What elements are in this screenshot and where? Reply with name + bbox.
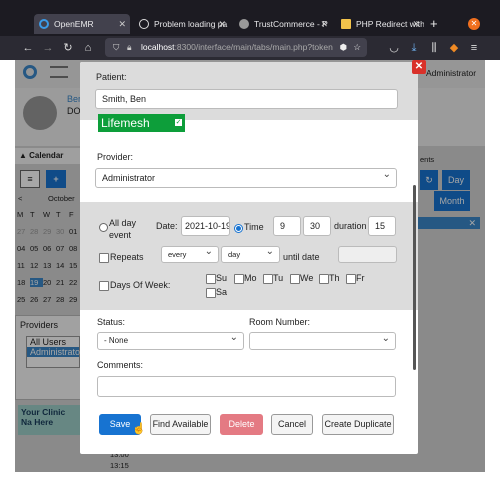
radio-dot: [236, 226, 241, 231]
bookmark-star-icon[interactable]: ☆: [353, 38, 361, 57]
trustcommerce-icon: [239, 19, 249, 29]
browser-tab-trustcommerce[interactable]: TrustCommerce - P ✕: [234, 14, 332, 34]
patient-field[interactable]: Smith, Ben: [95, 89, 398, 109]
openemr-icon: [39, 19, 49, 29]
all-day-radio[interactable]: [99, 223, 108, 232]
days-of-week-label: Days Of Week:: [110, 280, 171, 290]
close-window-icon[interactable]: ✕: [468, 18, 480, 30]
close-tab-icon[interactable]: ✕: [412, 14, 420, 34]
provider-label: Provider:: [97, 152, 134, 162]
pocket-icon[interactable]: ◡: [386, 36, 402, 60]
url-bar[interactable]: ⛉ 🔒︎ localhost:8300/interface/main/tabs/…: [105, 38, 367, 57]
info-icon: [139, 19, 149, 29]
day-label: We: [300, 273, 314, 283]
close-tab-icon[interactable]: ✕: [320, 14, 328, 34]
day-label: Su: [216, 273, 228, 283]
duration-label: duration: [334, 221, 367, 231]
add-edit-event-dialog: Patient: Smith, Ben Lifemesh ✓ Provider:…: [80, 62, 418, 454]
mouse-cursor-icon: ☝: [132, 423, 146, 435]
day-checkbox-we[interactable]: [290, 274, 300, 284]
reload-icon[interactable]: ↻: [60, 36, 76, 60]
browser-tab-php-redirect[interactable]: PHP Redirect with P ✕: [336, 14, 424, 34]
hour-field[interactable]: 9: [273, 216, 301, 236]
patient-label: Patient:: [96, 72, 127, 82]
checkbox-checked-icon[interactable]: ✓: [175, 119, 182, 126]
menu-icon[interactable]: ≡: [466, 36, 482, 60]
browser-tab-bar: OpenEMR ✕ Problem loading pa ✕ TrustComm…: [0, 0, 500, 36]
day-checkbox-fr[interactable]: [346, 274, 356, 284]
day-label: Sa: [216, 287, 228, 297]
comments-label: Comments:: [97, 360, 144, 370]
close-dialog-icon[interactable]: ✕: [412, 60, 426, 74]
url-host: localhost: [141, 42, 175, 52]
day-checkbox-mo[interactable]: [234, 274, 244, 284]
status-select[interactable]: - None: [97, 330, 244, 350]
create-duplicate-button[interactable]: Create Duplicate: [322, 414, 394, 435]
until-date-label: until date: [283, 252, 320, 262]
day-label: Th: [329, 273, 340, 283]
provider-select[interactable]: Administrator: [95, 166, 397, 188]
home-icon[interactable]: ⌂: [80, 36, 96, 60]
delete-button[interactable]: Delete: [220, 414, 263, 435]
php-icon: [341, 19, 351, 29]
tab-title: TrustCommerce - P: [254, 19, 328, 29]
lifemesh-badge[interactable]: Lifemesh ✓: [98, 114, 185, 132]
minute-field[interactable]: 30: [303, 216, 331, 236]
shield-icon: ⛉: [113, 42, 120, 52]
day-checkbox-su[interactable]: [206, 274, 216, 284]
browser-tab-openemr[interactable]: OpenEMR ✕: [34, 14, 130, 34]
lock-icon: 🔒︎: [127, 42, 132, 52]
close-tab-icon[interactable]: ✕: [218, 14, 226, 34]
repeats-label: Repeats: [110, 252, 144, 262]
close-tab-icon[interactable]: ✕: [118, 14, 126, 34]
repeats-checkbox[interactable]: [99, 253, 109, 263]
tab-title: Problem loading pa: [154, 19, 228, 29]
time-radio-selected[interactable]: [234, 224, 243, 233]
library-icon[interactable]: ⫼: [426, 36, 442, 60]
duration-field[interactable]: 15: [368, 216, 396, 236]
date-field[interactable]: 2021-10-19: [181, 216, 230, 236]
day-label: Mo: [244, 273, 257, 283]
modal-scrollbar[interactable]: [413, 185, 416, 370]
until-date-field[interactable]: [338, 246, 397, 263]
back-arrow-icon[interactable]: ←: [20, 36, 36, 60]
room-number-select[interactable]: [249, 330, 396, 350]
download-icon[interactable]: ⤓: [406, 36, 422, 60]
forward-arrow-icon[interactable]: →: [40, 36, 56, 60]
day-label: Tu: [273, 273, 284, 283]
cancel-button[interactable]: Cancel: [271, 414, 313, 435]
day-checkbox-tu[interactable]: [263, 274, 273, 284]
browser-tab-problem[interactable]: Problem loading pa ✕: [134, 14, 230, 34]
tab-title: OpenEMR: [54, 19, 94, 29]
all-day-label: All day event: [109, 218, 137, 240]
url-path: :8300/interface/main/tabs/main.php?token: [174, 42, 333, 52]
lifemesh-label: Lifemesh: [101, 116, 150, 130]
new-tab-button[interactable]: +: [430, 14, 438, 34]
date-label: Date:: [156, 221, 178, 231]
room-number-label: Room Number:: [249, 317, 311, 327]
comments-field[interactable]: [97, 376, 396, 397]
repeat-unit-select[interactable]: day: [221, 244, 280, 263]
extension-icon[interactable]: ◆: [446, 36, 462, 60]
day-label: Fr: [356, 273, 365, 283]
extension-badge-icon[interactable]: ⬢: [340, 38, 347, 57]
days-of-week-checkbox[interactable]: [99, 281, 109, 291]
day-checkbox-th[interactable]: [319, 274, 329, 284]
time-label: Time: [244, 222, 264, 232]
status-label: Status:: [97, 317, 126, 327]
repeat-frequency-select[interactable]: every: [161, 244, 219, 263]
day-checkbox-sa[interactable]: [206, 288, 216, 298]
find-available-button[interactable]: Find Available: [150, 414, 211, 435]
